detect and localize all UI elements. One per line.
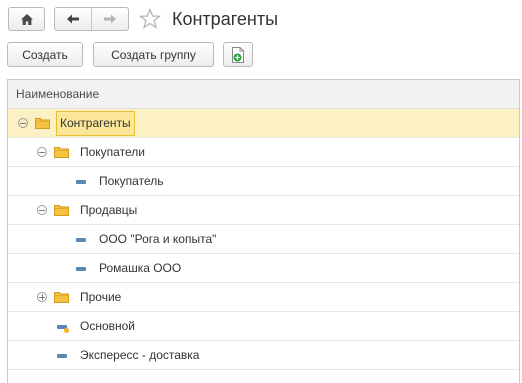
folder-icon [35,118,50,129]
counterparties-tree-table: Наименование Контрагенты Покупатели Поку… [7,79,520,383]
column-header-name[interactable]: Наименование [8,80,519,109]
collapse-toggle-icon[interactable] [37,147,47,157]
expand-toggle-icon[interactable] [37,292,47,302]
tree-row-label: Прочие [80,290,122,304]
folder-icon [54,147,69,158]
default-marker-icon [64,328,69,333]
tree-row-label: Основной [80,319,136,333]
tree-row[interactable]: ООО "Рога и копыта" [8,225,519,254]
tree-row-label: ООО "Рога и копыта" [99,232,217,246]
window-header: Контрагенты [0,0,522,40]
page-title: Контрагенты [172,9,279,29]
tree-row-label: Покупатели [80,145,145,159]
item-marker-icon [76,238,86,242]
navigation-buttons [54,7,129,31]
back-button[interactable] [55,8,91,30]
item-marker-icon [76,180,86,184]
folder-icon [54,205,69,216]
tree-row-label: Контрагенты [56,111,135,136]
item-marker-icon [57,354,67,358]
arrow-right-icon [103,14,116,24]
tree-row-label: Покупатель [99,174,164,188]
command-bar: Создать Создать группу [0,42,522,68]
collapse-toggle-icon[interactable] [37,205,47,215]
tree-row[interactable]: Контрагенты [8,109,519,138]
create-group-button[interactable]: Создать группу [93,42,214,67]
home-icon [20,13,33,25]
tree-row[interactable]: Покупатель [8,167,519,196]
tree-row[interactable]: Основной [8,312,519,341]
collapse-toggle-icon[interactable] [18,118,28,128]
tree-row-label: Ромашка ООО [99,261,182,275]
item-marker-icon [76,267,86,271]
forward-button[interactable] [92,8,128,30]
tree-row[interactable]: Прочие [8,283,519,312]
create-button[interactable]: Создать [7,42,83,67]
add-document-button[interactable] [223,42,253,67]
tree-row[interactable]: Продавцы [8,196,519,225]
folder-icon [54,292,69,303]
tree-row[interactable]: Экспересс - доставка [8,341,519,370]
arrow-left-icon [67,14,79,24]
tree-row[interactable]: Покупатели [8,138,519,167]
home-button[interactable] [8,7,45,31]
tree-row-label: Продавцы [80,203,138,217]
tree-row-label: Экспересс - доставка [80,348,200,362]
star-icon[interactable] [138,7,162,31]
add-document-icon [232,46,244,63]
tree-row[interactable]: Ромашка ООО [8,254,519,283]
